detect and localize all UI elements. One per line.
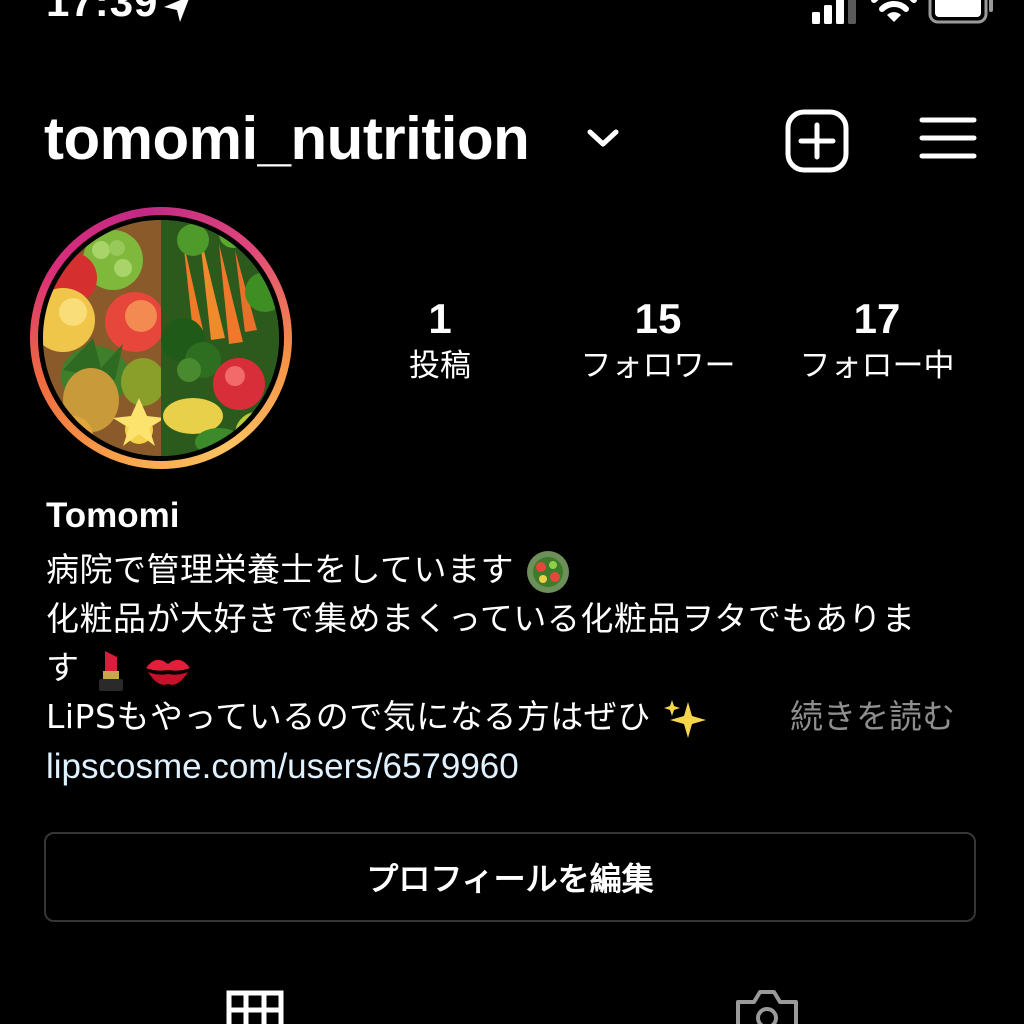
status-time: 17:39 — [46, 0, 159, 25]
story-ring[interactable] — [30, 207, 292, 469]
bio-line-3-text: す — [46, 648, 80, 687]
edit-profile-button[interactable]: プロフィールを編集 — [44, 832, 976, 922]
stat-following[interactable]: 17 フォロー中 — [772, 292, 982, 386]
profile-username[interactable]: tomomi_nutrition — [44, 104, 530, 173]
bio-line-1-text: 病院で管理栄養士をしています — [46, 550, 515, 589]
tagged-photo-icon[interactable] — [734, 988, 800, 1024]
chevron-down-icon[interactable] — [584, 124, 622, 152]
kiss-mark-emoji-icon — [145, 659, 190, 685]
avatar[interactable] — [43, 220, 279, 456]
bio-line-4: LiPSもやっているので気になる方はぜひ — [46, 694, 708, 742]
status-bar: 17:39 — [0, 0, 1024, 30]
lipstick-emoji-icon — [98, 650, 123, 691]
stat-posts[interactable]: 1 投稿 — [380, 292, 500, 386]
bio-line-2: 化粧品が大好きで集めまくっている化粧品ヲタでもありま — [46, 599, 916, 638]
stat-followers[interactable]: 15 フォロワー — [548, 292, 768, 386]
wifi-icon — [871, 0, 917, 22]
plus-square-icon[interactable] — [784, 108, 850, 174]
sparkles-emoji-icon — [663, 699, 706, 738]
posts-count: 1 — [428, 295, 452, 342]
battery-icon — [928, 0, 993, 24]
salad-emoji-icon — [527, 550, 570, 593]
location-arrow-icon — [164, 0, 189, 22]
followers-label: フォロワー — [580, 348, 736, 384]
bio-line-4-text: LiPSもやっているので気になる方はぜひ — [46, 697, 651, 736]
following-label: フォロー中 — [799, 348, 955, 384]
grid-icon[interactable] — [226, 990, 284, 1024]
bio-line-3: す — [46, 645, 194, 693]
hamburger-menu-icon[interactable] — [918, 112, 978, 168]
read-more-link[interactable]: 続きを読む — [790, 694, 955, 740]
posts-label: 投稿 — [409, 348, 471, 384]
website-link[interactable]: lipscosme.com/users/6579960 — [46, 744, 519, 790]
following-count: 17 — [853, 295, 901, 342]
display-name: Tomomi — [46, 496, 180, 535]
followers-count: 15 — [634, 295, 682, 342]
profile-screen: 17:39 tomomi_nutrition 1 投稿 15 フォロワー 17 … — [0, 0, 1024, 1024]
cellular-signal-icon — [812, 0, 856, 24]
bio-line-1: 病院で管理栄養士をしています — [46, 547, 571, 595]
